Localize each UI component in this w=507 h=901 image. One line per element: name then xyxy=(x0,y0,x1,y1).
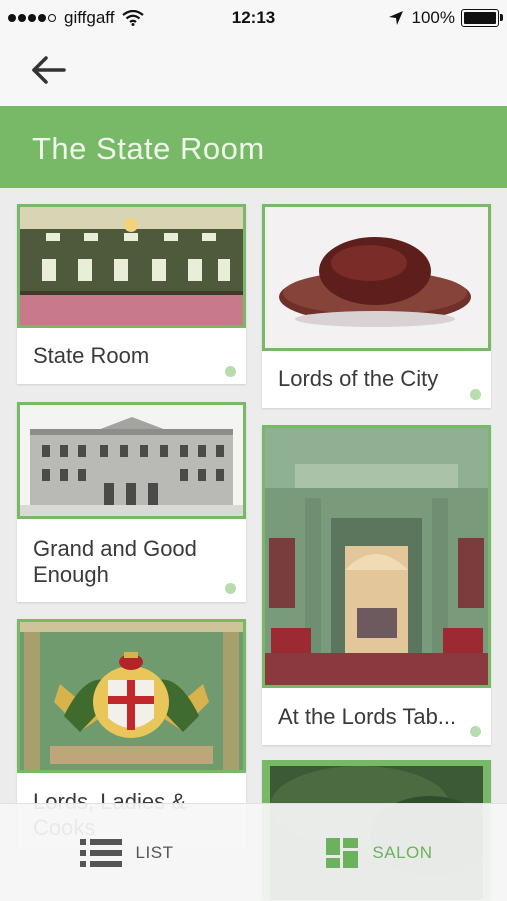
green-hall-image xyxy=(262,425,491,688)
status-dot xyxy=(470,389,481,400)
page-title: The State Room xyxy=(32,131,265,166)
battery-icon xyxy=(461,9,503,27)
nav-bar xyxy=(0,36,507,106)
list-icon xyxy=(79,838,122,867)
tab-label: LIST xyxy=(135,842,174,862)
card-lords-of-the-city[interactable]: Lords of the City xyxy=(262,204,491,408)
card-label: Grand and Good Enough xyxy=(33,536,197,587)
card-grand-and-good-enough[interactable]: Grand and Good Enough xyxy=(17,402,246,602)
card-label: At the Lords Tab... xyxy=(278,704,457,729)
velvet-hat-image xyxy=(262,204,491,351)
card-at-the-lords-table[interactable]: At the Lords Tab... xyxy=(262,425,491,745)
tab-salon[interactable]: SALON xyxy=(253,804,506,901)
status-dot xyxy=(225,583,236,594)
arrow-left-icon xyxy=(32,56,66,84)
card-state-room[interactable]: State Room xyxy=(17,204,246,384)
location-arrow-icon xyxy=(388,11,403,25)
state-room-image xyxy=(17,204,246,328)
card-label: State Room xyxy=(33,343,150,368)
card-label: Lords of the City xyxy=(278,366,439,391)
battery-percent: 100% xyxy=(411,8,455,27)
tab-bar: LIST SALON xyxy=(0,803,507,901)
status-dot xyxy=(225,366,236,377)
back-button[interactable] xyxy=(28,52,72,88)
coat-of-arms-image xyxy=(17,619,246,773)
status-bar: giffgaff 12:13 100% xyxy=(0,0,507,36)
status-dot xyxy=(470,726,481,737)
title-bar: The State Room xyxy=(0,106,507,188)
grid-icon xyxy=(326,837,359,868)
tab-list[interactable]: LIST xyxy=(0,804,253,901)
status-right: 100% xyxy=(388,8,503,28)
tab-label: SALON xyxy=(372,842,433,862)
building-engraving-image xyxy=(17,402,246,519)
